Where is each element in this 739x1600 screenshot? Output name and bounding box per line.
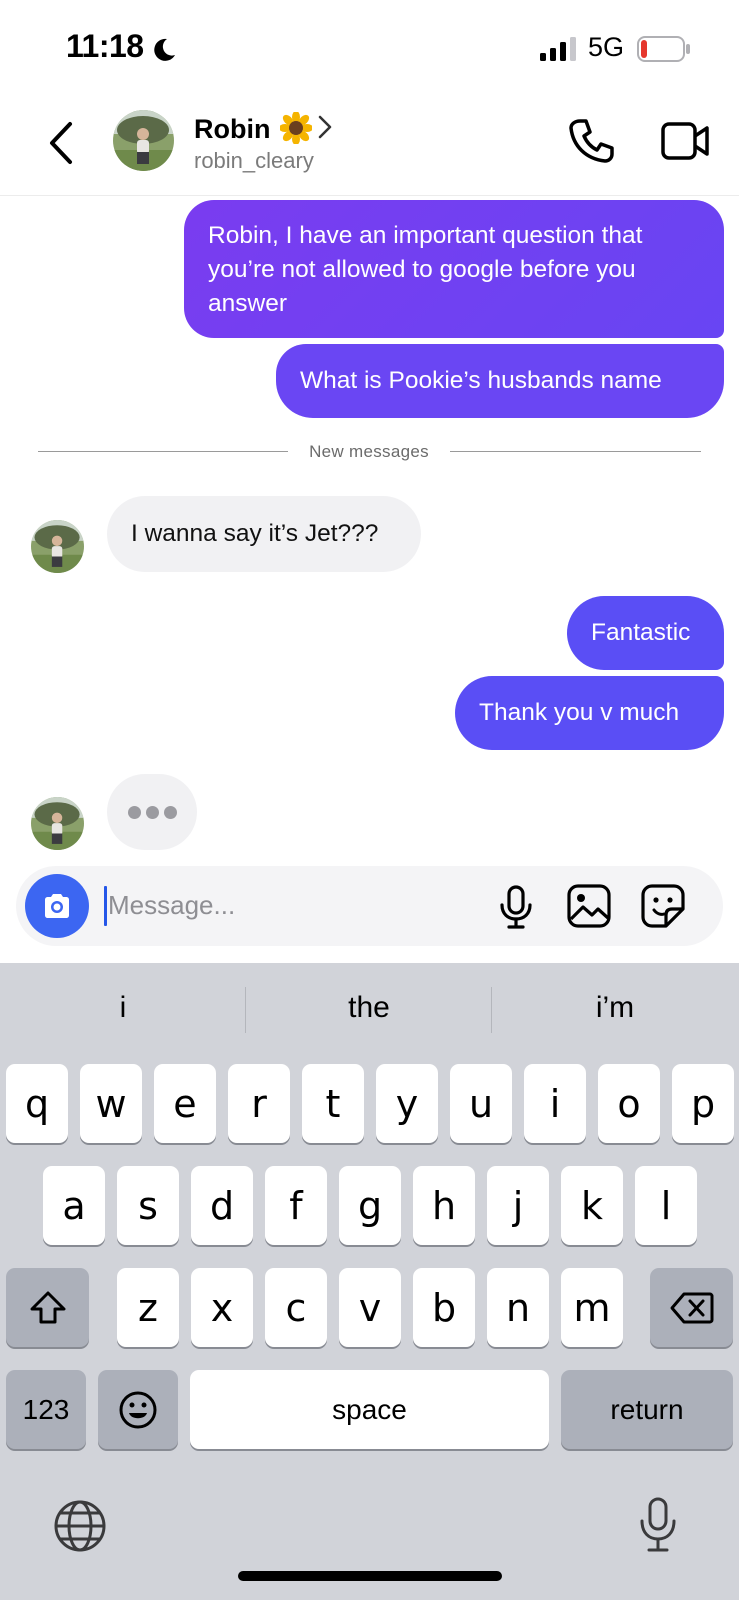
back-button[interactable] bbox=[42, 118, 82, 168]
status-time: 11:18 bbox=[66, 28, 144, 64]
avatar-photo bbox=[31, 520, 84, 573]
chevron-right-icon[interactable] bbox=[316, 114, 334, 140]
suggestion-1[interactable]: i bbox=[0, 991, 246, 1025]
divider-line-right bbox=[450, 451, 701, 452]
divider-line-left bbox=[38, 451, 288, 452]
key-v[interactable]: v bbox=[339, 1268, 401, 1347]
message-text: Robin, I have an important question that… bbox=[208, 222, 643, 317]
key-q[interactable]: q bbox=[6, 1064, 68, 1143]
sender-avatar[interactable] bbox=[31, 520, 84, 573]
key-b[interactable]: b bbox=[413, 1268, 475, 1347]
message-bubble-outgoing[interactable]: Fantastic bbox=[567, 596, 724, 670]
space-key[interactable]: space bbox=[190, 1370, 549, 1449]
key-s[interactable]: s bbox=[117, 1166, 179, 1245]
keyboard: i the i’m q w e r t y u i o p a s d f g … bbox=[0, 963, 739, 1600]
message-bubble-incoming[interactable]: I wanna say it’s Jet??? bbox=[107, 496, 421, 572]
camera-icon bbox=[45, 894, 69, 918]
message-bubble-outgoing[interactable]: Thank you v much bbox=[455, 676, 724, 750]
message-text: Fantastic bbox=[591, 619, 691, 646]
new-messages-divider: New messages bbox=[309, 442, 429, 461]
signal-icon bbox=[540, 37, 576, 61]
message-bubble-outgoing[interactable]: Robin, I have an important question that… bbox=[184, 200, 724, 338]
contact-name-text: Robin bbox=[194, 114, 271, 144]
key-t[interactable]: t bbox=[302, 1064, 364, 1143]
key-z[interactable]: z bbox=[117, 1268, 179, 1347]
moon-icon bbox=[154, 38, 175, 61]
suggestion-2[interactable]: the bbox=[246, 991, 492, 1025]
key-e[interactable]: e bbox=[154, 1064, 216, 1143]
key-f[interactable]: f bbox=[265, 1166, 327, 1245]
message-text: What is Pookie’s husbands name bbox=[300, 367, 662, 394]
key-k[interactable]: k bbox=[561, 1166, 623, 1245]
sender-avatar[interactable] bbox=[31, 797, 84, 850]
backspace-icon bbox=[670, 1292, 713, 1323]
shift-key[interactable] bbox=[6, 1268, 89, 1347]
key-i[interactable]: i bbox=[524, 1064, 586, 1143]
suggestion-3[interactable]: i’m bbox=[492, 991, 738, 1025]
key-a[interactable]: a bbox=[43, 1166, 105, 1245]
key-w[interactable]: w bbox=[80, 1064, 142, 1143]
contact-avatar[interactable] bbox=[113, 110, 174, 171]
microphone-icon[interactable] bbox=[496, 884, 536, 930]
emoji-icon bbox=[119, 1391, 157, 1428]
text-cursor bbox=[104, 886, 107, 926]
key-p[interactable]: p bbox=[672, 1064, 734, 1143]
key-m[interactable]: m bbox=[561, 1268, 623, 1347]
typing-dot bbox=[164, 806, 177, 819]
message-text: Thank you v much bbox=[479, 699, 680, 726]
avatar-photo bbox=[31, 797, 84, 850]
globe-icon[interactable] bbox=[53, 1499, 107, 1553]
sticker-icon[interactable] bbox=[640, 883, 686, 929]
network-label: 5G bbox=[588, 32, 625, 62]
key-c[interactable]: c bbox=[265, 1268, 327, 1347]
message-composer bbox=[16, 866, 723, 946]
key-n[interactable]: n bbox=[487, 1268, 549, 1347]
key-d[interactable]: d bbox=[191, 1166, 253, 1245]
emoji-key[interactable] bbox=[98, 1370, 178, 1449]
message-input[interactable] bbox=[108, 882, 388, 928]
shift-icon bbox=[30, 1291, 65, 1323]
numbers-key[interactable]: 123 bbox=[6, 1370, 86, 1449]
message-text: I wanna say it’s Jet??? bbox=[131, 520, 379, 547]
message-bubble-outgoing[interactable]: What is Pookie’s husbands name bbox=[276, 344, 724, 418]
home-indicator[interactable] bbox=[238, 1571, 502, 1581]
phone-icon[interactable] bbox=[566, 116, 616, 166]
contact-name[interactable]: Robin bbox=[194, 112, 312, 145]
contact-handle: robin_cleary bbox=[194, 148, 314, 173]
chat-header: Robin robin_cleary bbox=[0, 96, 739, 196]
battery-icon bbox=[637, 36, 690, 62]
backspace-key[interactable] bbox=[650, 1268, 733, 1347]
suggestion-bar: i the i’m bbox=[0, 963, 739, 1059]
key-u[interactable]: u bbox=[450, 1064, 512, 1143]
video-camera-icon[interactable] bbox=[660, 118, 710, 164]
key-g[interactable]: g bbox=[339, 1166, 401, 1245]
key-o[interactable]: o bbox=[598, 1064, 660, 1143]
key-h[interactable]: h bbox=[413, 1166, 475, 1245]
dictation-microphone-icon[interactable] bbox=[638, 1495, 678, 1555]
key-x[interactable]: x bbox=[191, 1268, 253, 1347]
typing-indicator bbox=[107, 774, 197, 850]
typing-dot bbox=[128, 806, 141, 819]
key-l[interactable]: l bbox=[635, 1166, 697, 1245]
avatar-photo bbox=[113, 110, 174, 171]
key-r[interactable]: r bbox=[228, 1064, 290, 1143]
typing-dot bbox=[146, 806, 159, 819]
sunflower-icon bbox=[280, 112, 312, 144]
key-y[interactable]: y bbox=[376, 1064, 438, 1143]
status-bar: 11:18 5G bbox=[0, 0, 739, 96]
key-j[interactable]: j bbox=[487, 1166, 549, 1245]
camera-button[interactable] bbox=[25, 874, 89, 938]
return-key[interactable]: return bbox=[561, 1370, 733, 1449]
gallery-icon[interactable] bbox=[566, 883, 612, 929]
